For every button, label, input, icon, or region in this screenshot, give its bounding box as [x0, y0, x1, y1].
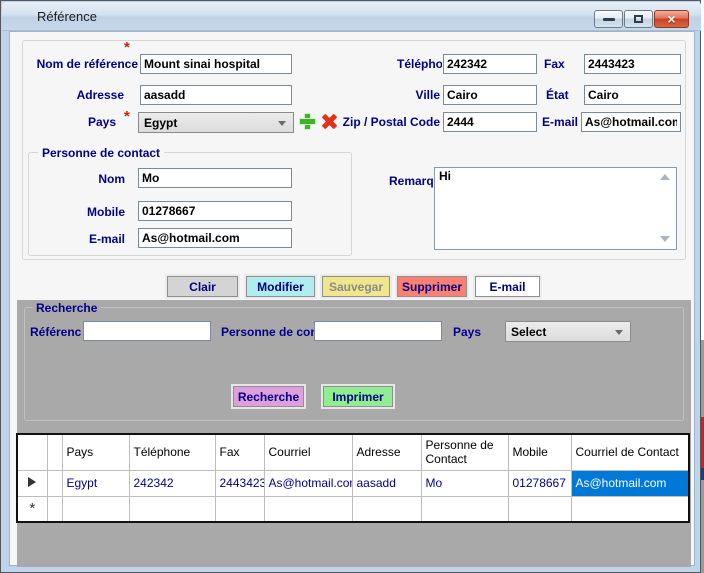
- delete-country-icon[interactable]: [320, 113, 337, 130]
- grid-cell-mobile[interactable]: 01278667: [508, 470, 571, 496]
- contact-group-title: Personne de contact: [38, 146, 164, 160]
- close-icon: ×: [667, 12, 675, 26]
- grid-cell[interactable]: [47, 470, 62, 496]
- pays-selected-value: Egypt: [144, 116, 177, 130]
- telephone-input[interactable]: [443, 54, 537, 74]
- grid-data-row[interactable]: Egypt 242342 2443423 As@hotmail.com aasa…: [17, 470, 689, 496]
- pays-label: Pays: [88, 115, 124, 129]
- grid-cell[interactable]: [47, 496, 62, 522]
- grid-header-telephone[interactable]: Téléphone: [129, 434, 215, 470]
- contact-mobile-input[interactable]: [138, 201, 292, 221]
- email-label: E-mail: [538, 115, 578, 129]
- modifier-button[interactable]: Modifier: [246, 276, 315, 297]
- grid-cell[interactable]: [508, 496, 571, 522]
- grid-cell[interactable]: [571, 496, 689, 522]
- close-button[interactable]: ×: [654, 10, 689, 28]
- add-country-icon[interactable]: [299, 113, 316, 130]
- grid-header-courriel-contact[interactable]: Courriel de Contact: [571, 434, 689, 470]
- contact-mobile-label: Mobile: [60, 205, 125, 219]
- search-pays-label: Pays: [453, 325, 487, 339]
- grid-header-pays[interactable]: Pays: [62, 434, 129, 470]
- required-marker: *: [124, 43, 130, 53]
- grid-header-adresse[interactable]: Adresse: [352, 434, 421, 470]
- grid-corner-cell: [17, 434, 47, 470]
- search-pays-combobox[interactable]: Select: [505, 321, 631, 342]
- grid-header-fax[interactable]: Fax: [215, 434, 264, 470]
- grid-header-courriel[interactable]: Courriel: [264, 434, 352, 470]
- search-pays-selected-value: Select: [511, 325, 546, 339]
- grid-header-row: Pays Téléphone Fax Courriel Adresse Pers…: [17, 434, 689, 470]
- adresse-input[interactable]: [140, 85, 292, 105]
- new-row-icon: *: [29, 500, 35, 517]
- minimize-button[interactable]: [594, 10, 623, 28]
- grid-cell[interactable]: [62, 496, 129, 522]
- adresse-label: Adresse: [28, 88, 124, 102]
- grid-cell[interactable]: [421, 496, 508, 522]
- contact-email-label: E-mail: [60, 232, 125, 246]
- imprimer-button[interactable]: Imprimer: [323, 386, 393, 407]
- chevron-down-icon: [278, 121, 286, 126]
- results-grid: Pays Téléphone Fax Courriel Adresse Pers…: [16, 433, 690, 523]
- grid-cell[interactable]: [129, 496, 215, 522]
- scroll-down-icon[interactable]: [660, 236, 670, 242]
- grid-header-mobile[interactable]: Mobile: [508, 434, 571, 470]
- search-contact-input[interactable]: [314, 321, 442, 341]
- fax-input[interactable]: [584, 54, 681, 74]
- etat-input[interactable]: [584, 85, 681, 105]
- zip-input[interactable]: [443, 112, 537, 132]
- recherche-group-title: Recherche: [32, 301, 101, 315]
- search-contact-label: Personne de con: [221, 325, 314, 339]
- grid-cell[interactable]: [264, 496, 352, 522]
- scroll-up-icon[interactable]: [660, 174, 670, 180]
- telephone-label: Télépho: [397, 57, 442, 71]
- clair-button[interactable]: Clair: [167, 276, 238, 297]
- nom-reference-input[interactable]: [140, 54, 292, 74]
- maximize-button[interactable]: [624, 10, 653, 28]
- email-button[interactable]: E-mail: [475, 276, 540, 297]
- grid-cell-pays[interactable]: Egypt: [62, 470, 129, 496]
- recherche-button[interactable]: Recherche: [233, 386, 304, 407]
- current-row-icon: [28, 477, 36, 487]
- remarque-label: Remarq: [389, 174, 434, 188]
- minimize-icon: [603, 18, 615, 21]
- contact-nom-label: Nom: [60, 172, 125, 186]
- grid-cell[interactable]: [352, 496, 421, 522]
- contact-email-input[interactable]: [138, 228, 292, 248]
- contact-nom-input[interactable]: [138, 168, 292, 188]
- fax-label: Fax: [544, 57, 572, 71]
- grid-spacer-column: [47, 434, 62, 470]
- supprimer-button[interactable]: Supprimer: [397, 276, 467, 297]
- grid-cell-adresse[interactable]: aasadd: [352, 470, 421, 496]
- sauvegar-button[interactable]: Sauvegar: [322, 276, 390, 297]
- etat-label: État: [546, 88, 576, 102]
- grid-cell-fax[interactable]: 2443423: [215, 470, 264, 496]
- ville-label: Ville: [408, 88, 440, 102]
- grid-header-personne[interactable]: Personne de Contact: [421, 434, 508, 470]
- grid-cell[interactable]: [215, 496, 264, 522]
- grid-cell-telephone[interactable]: 242342: [129, 470, 215, 496]
- search-reference-input[interactable]: [83, 321, 211, 341]
- chevron-down-icon: [615, 330, 623, 335]
- grid-new-row[interactable]: *: [17, 496, 689, 522]
- grid-cell-personne[interactable]: Mo: [421, 470, 508, 496]
- new-row-indicator: *: [17, 496, 47, 522]
- grid-cell-courriel[interactable]: As@hotmail.com: [264, 470, 352, 496]
- current-row-indicator: [17, 470, 47, 496]
- search-reference-label: Référenc: [30, 325, 83, 339]
- required-marker: *: [124, 112, 130, 122]
- email-input[interactable]: [581, 112, 681, 132]
- maximize-icon: [634, 15, 643, 23]
- zip-label: Zip / Postal Code: [338, 115, 440, 129]
- grid-cell-courriel-contact-selected[interactable]: As@hotmail.com: [571, 470, 689, 496]
- pays-combobox[interactable]: Egypt: [138, 112, 294, 133]
- ville-input[interactable]: [443, 85, 537, 105]
- title-bar: Référence ×: [2, 2, 701, 31]
- nom-reference-label: Nom de référence: [28, 57, 138, 71]
- remarque-textarea[interactable]: Hi: [434, 167, 677, 250]
- window-title: Référence: [37, 9, 97, 24]
